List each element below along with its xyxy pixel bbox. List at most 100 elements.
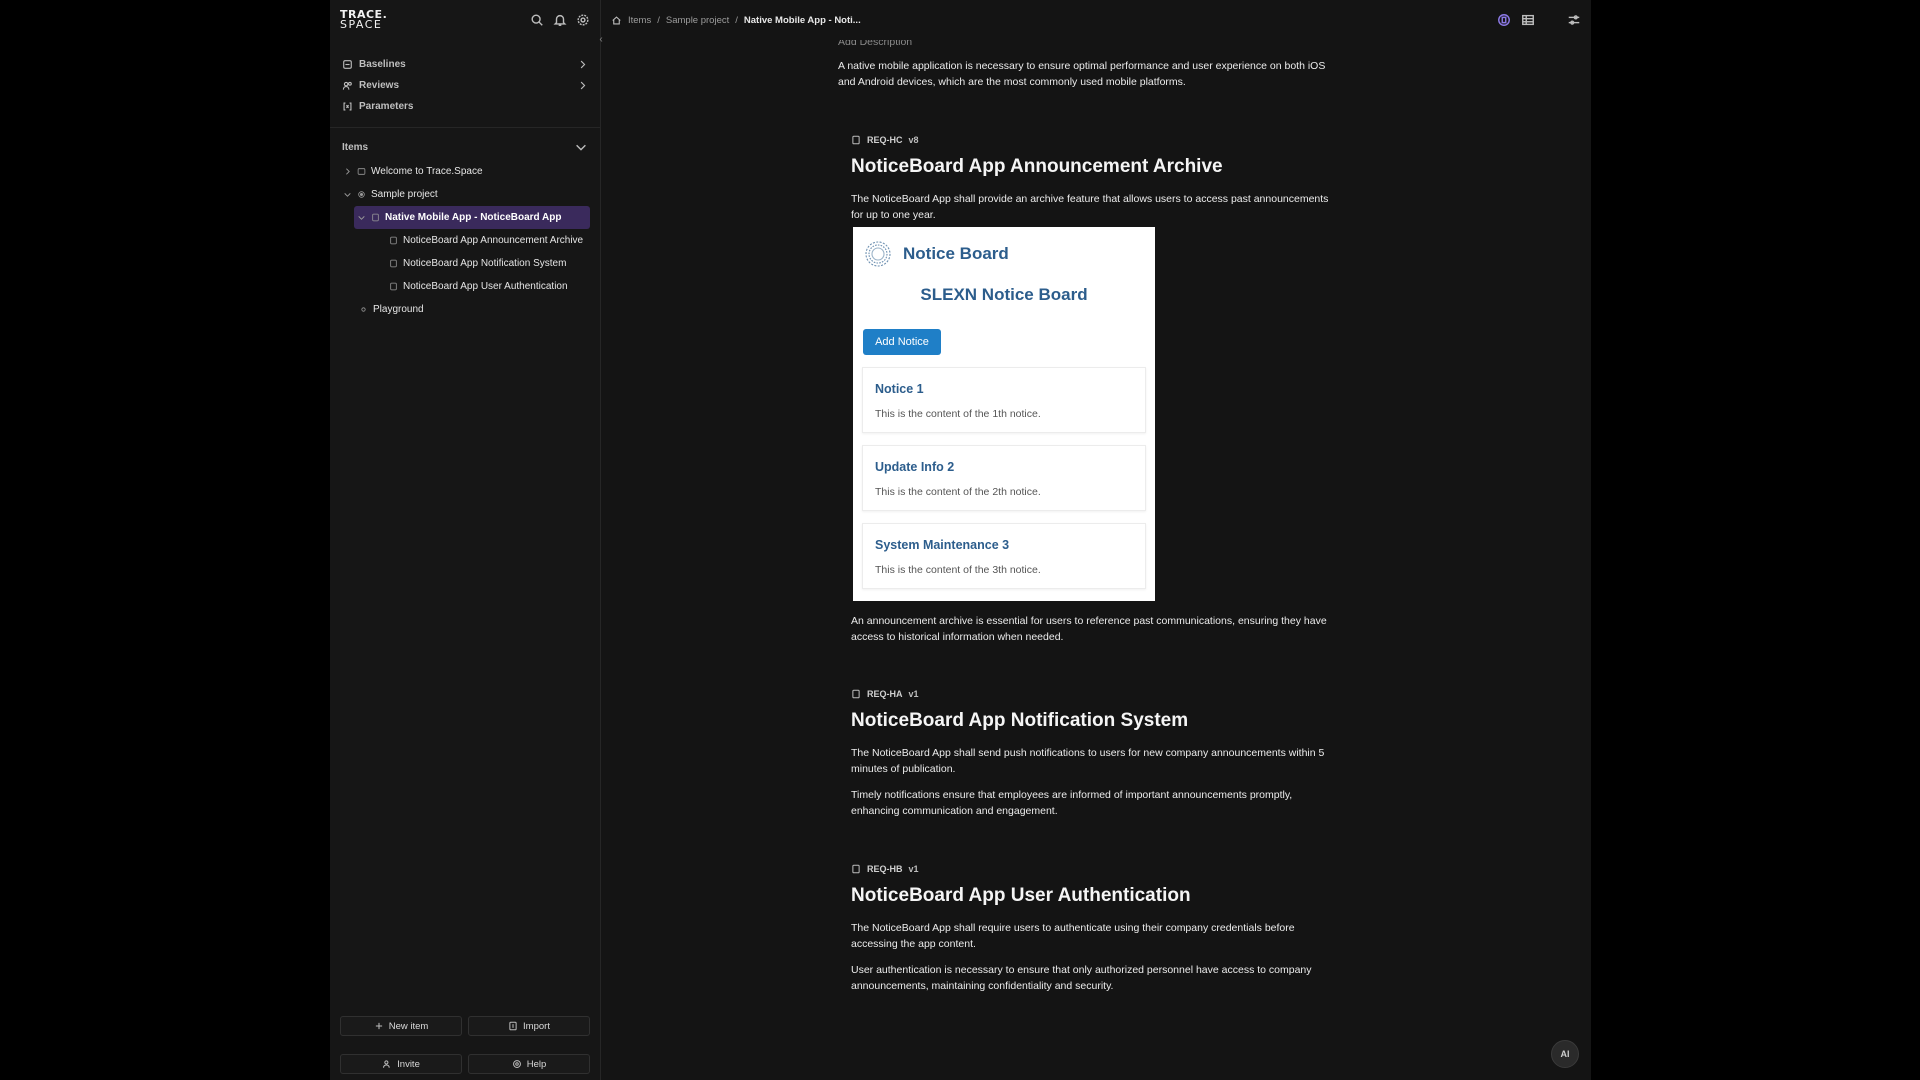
breadcrumb-project[interactable]: Sample project — [666, 15, 729, 26]
requirement-statement: The NoticeBoard App shall provide an arc… — [851, 193, 1329, 221]
logo[interactable]: TRACE. SPACE — [340, 9, 387, 31]
tree-item-sample-project[interactable]: Sample project — [330, 183, 600, 206]
playground-icon — [358, 305, 368, 315]
gear-icon[interactable] — [576, 13, 590, 27]
parameters-icon — [342, 101, 353, 112]
tree-item-native-mobile-app[interactable]: Native Mobile App - NoticeBoard App — [354, 206, 590, 229]
requirement-icon — [388, 282, 398, 292]
review-icon — [342, 80, 353, 91]
tree-item-welcome[interactable]: Welcome to Trace.Space — [330, 160, 600, 183]
breadcrumb-separator: / — [735, 14, 738, 26]
help-label: Help — [526, 1058, 547, 1070]
tree-item-label: Welcome to Trace.Space — [371, 166, 483, 177]
baseline-icon — [342, 59, 353, 70]
notice-card: Update Info 2 This is the content of the… — [862, 445, 1146, 511]
notice-card: System Maintenance 3 This is the content… — [862, 523, 1146, 589]
tree-item-announcement-archive[interactable]: NoticeBoard App Announcement Archive — [330, 229, 600, 252]
table-view-icon[interactable] — [1521, 13, 1535, 27]
requirement-icon — [388, 236, 398, 246]
tree-item-playground[interactable]: Playground — [330, 298, 600, 321]
home-icon[interactable] — [611, 15, 622, 26]
notice-card: Notice 1 This is the content of the 1th … — [862, 367, 1146, 433]
tree-item-user-authentication[interactable]: NoticeBoard App User Authentication — [330, 275, 600, 298]
requirement-statement: The NoticeBoard App shall send push noti… — [851, 747, 1325, 775]
items-heading: Items — [342, 141, 369, 153]
requirement-version: v1 — [908, 864, 919, 874]
chevron-right-icon — [577, 80, 588, 91]
notice-text: This is the content of the 2th notice. — [875, 486, 1041, 498]
chevron-down-icon[interactable] — [574, 140, 588, 154]
plus-icon — [374, 1021, 384, 1031]
invite-label: Invite — [397, 1058, 420, 1070]
user-plus-icon — [382, 1059, 392, 1069]
intro-text: A native mobile application is necessary… — [838, 60, 1326, 88]
requirement-rationale: User authentication is necessary to ensu… — [851, 964, 1312, 992]
notice-title: Notice 1 — [875, 382, 924, 396]
collapse-sidebar-icon[interactable]: ‹ — [596, 33, 606, 45]
new-item-label: New item — [388, 1020, 429, 1032]
requirement-rationale: An announcement archive is essential for… — [851, 615, 1327, 643]
sidebar-item-reviews[interactable]: Reviews — [330, 75, 600, 96]
ai-assistant-button[interactable]: AI — [1551, 1040, 1579, 1068]
chevron-right-icon — [577, 59, 588, 70]
requirement-icon — [851, 135, 861, 145]
requirement-title[interactable]: NoticeBoard App Announcement Archive — [851, 156, 1223, 178]
document-view-icon[interactable] — [1497, 13, 1511, 27]
main-content: ‹ Items / Sample project / Native Mobile… — [599, 0, 1591, 1080]
tree-item-label: Native Mobile App - NoticeBoard App — [385, 212, 562, 223]
sidebar-item-label: Baselines — [359, 59, 406, 70]
requirement-tag[interactable]: REQ-HC v8 — [851, 135, 919, 145]
requirement-tag[interactable]: REQ-HB v1 — [851, 864, 919, 874]
logo-line-2: SPACE — [340, 18, 383, 31]
requirement-icon — [851, 689, 861, 699]
chevron-down-icon[interactable] — [356, 213, 366, 223]
chevron-down-icon[interactable] — [342, 190, 352, 200]
breadcrumb: Items / Sample project / Native Mobile A… — [611, 15, 861, 26]
tree-item-label: Sample project — [371, 189, 438, 200]
notice-title: Update Info 2 — [875, 460, 955, 474]
topbar: Items / Sample project / Native Mobile A… — [601, 0, 1591, 40]
requirement-tag[interactable]: REQ-HA v1 — [851, 689, 919, 699]
requirement-icon — [851, 864, 861, 874]
import-icon — [508, 1021, 518, 1031]
notice-text: This is the content of the 3th notice. — [875, 564, 1041, 576]
sidebar-item-label: Parameters — [359, 101, 414, 112]
notice-board-logo — [865, 241, 891, 267]
requirement-version: v1 — [908, 689, 919, 699]
sidebar-item-label: Reviews — [359, 80, 400, 91]
import-button[interactable]: Import — [468, 1016, 590, 1036]
search-icon[interactable] — [530, 13, 544, 27]
sidebar-header: TRACE. SPACE — [330, 0, 600, 40]
breadcrumb-items[interactable]: Items — [628, 15, 651, 26]
requirement-title[interactable]: NoticeBoard App Notification System — [851, 710, 1188, 732]
tree-item-label: NoticeBoard App Notification System — [403, 258, 567, 269]
notice-board-title: SLEXN Notice Board — [920, 285, 1088, 304]
new-item-button[interactable]: New item — [340, 1016, 462, 1036]
chevron-right-icon[interactable] — [342, 167, 352, 177]
sidebar-item-parameters[interactable]: Parameters — [330, 96, 600, 117]
items-section-header[interactable]: Items — [330, 136, 600, 158]
breadcrumb-current: Native Mobile App - Noti... — [743, 14, 861, 26]
add-notice-button: Add Notice — [863, 329, 941, 355]
bell-icon[interactable] — [553, 13, 567, 27]
tree-item-label: NoticeBoard App Announcement Archive — [403, 235, 584, 246]
sidebar-item-baselines[interactable]: Baselines — [330, 54, 600, 75]
help-icon — [512, 1059, 522, 1069]
document-area: Add Description A native mobile applicat… — [601, 40, 1591, 1080]
requirement-version: v8 — [908, 135, 919, 145]
help-button[interactable]: Help — [468, 1054, 590, 1074]
notice-title: System Maintenance 3 — [875, 538, 1010, 552]
requirement-id: REQ-HA — [867, 689, 903, 699]
project-icon — [356, 190, 366, 200]
divider — [330, 127, 600, 128]
breadcrumb-separator: / — [657, 14, 660, 26]
invite-button[interactable]: Invite — [340, 1054, 462, 1074]
requirement-statement: The NoticeBoard App shall require users … — [851, 922, 1295, 950]
app-window: TRACE. SPACE Baselines Reviews Parameter… — [330, 0, 1591, 1080]
filter-settings-icon[interactable] — [1567, 13, 1581, 27]
folder-icon — [356, 167, 366, 177]
add-description-placeholder[interactable]: Add Description — [838, 40, 912, 48]
requirement-id: REQ-HC — [867, 135, 903, 145]
requirement-title[interactable]: NoticeBoard App User Authentication — [851, 885, 1191, 907]
tree-item-notification-system[interactable]: NoticeBoard App Notification System — [330, 252, 600, 275]
